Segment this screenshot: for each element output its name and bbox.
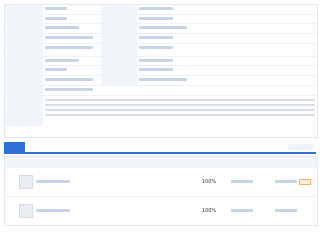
field-value xyxy=(137,76,317,85)
field-value xyxy=(43,34,101,43)
company-logo-icon xyxy=(19,175,33,189)
column-header xyxy=(285,157,317,167)
field-label xyxy=(5,34,43,43)
cell xyxy=(231,179,275,185)
field-label xyxy=(5,76,43,85)
field-label xyxy=(5,14,43,24)
section-header xyxy=(4,142,316,154)
company-logo-icon xyxy=(19,204,33,218)
table-header xyxy=(5,157,317,167)
field-value xyxy=(137,66,317,75)
field-value xyxy=(43,24,101,33)
field-value xyxy=(43,44,101,56)
cell xyxy=(275,208,317,214)
field-label xyxy=(5,24,43,34)
field-value xyxy=(137,44,317,56)
field-label xyxy=(5,85,43,95)
investment-table: 100% 100% xyxy=(4,156,318,226)
field-label xyxy=(101,34,137,43)
field-label xyxy=(101,66,137,76)
field-value xyxy=(137,5,317,14)
column-header xyxy=(5,157,21,167)
field-value[interactable] xyxy=(43,15,101,24)
field-label xyxy=(101,56,137,66)
basic-info-table xyxy=(4,4,318,138)
company-link[interactable] xyxy=(36,208,70,214)
field-label xyxy=(5,5,43,14)
column-header xyxy=(193,157,239,167)
field-value xyxy=(137,15,317,24)
column-header xyxy=(239,157,285,167)
field-label xyxy=(101,14,137,24)
status-badge xyxy=(299,178,311,185)
field-value[interactable] xyxy=(43,5,101,14)
field-value xyxy=(43,57,101,66)
share-percent: 100% xyxy=(201,208,217,214)
table-row[interactable]: 100% xyxy=(5,167,317,196)
field-value xyxy=(43,76,101,85)
field-label xyxy=(5,95,43,126)
field-value xyxy=(137,24,317,33)
field-label xyxy=(101,43,137,56)
field-label xyxy=(5,43,43,56)
field-label xyxy=(5,66,43,76)
field-label xyxy=(101,76,137,85)
column-header xyxy=(119,157,193,167)
field-label xyxy=(101,5,137,14)
field-label xyxy=(101,24,137,34)
business-scope-text xyxy=(43,96,317,126)
section-title xyxy=(4,142,25,152)
table-row[interactable]: 100% xyxy=(5,196,317,225)
field-value xyxy=(137,57,317,66)
cell xyxy=(275,178,317,186)
company-detail-page: 100% 100% xyxy=(0,0,320,240)
section-action[interactable] xyxy=(288,144,314,150)
share-percent: 100% xyxy=(201,179,217,185)
field-value xyxy=(43,86,317,95)
field-value xyxy=(43,66,101,75)
field-label xyxy=(5,56,43,66)
field-value xyxy=(137,34,317,43)
column-header xyxy=(21,157,119,167)
company-link[interactable] xyxy=(36,179,70,185)
cell xyxy=(231,208,275,214)
